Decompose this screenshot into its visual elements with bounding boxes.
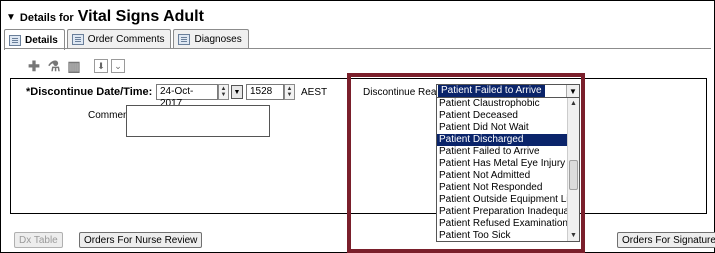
- tab-diagnoses[interactable]: Diagnoses: [173, 29, 249, 49]
- timezone-label: AEST: [301, 87, 328, 98]
- details-header: ▼ Details for Vital Signs Adult: [6, 4, 204, 26]
- dx-table-button[interactable]: Dx Table: [14, 232, 63, 248]
- diagnoses-icon: [178, 34, 191, 45]
- collapse-triangle-icon[interactable]: ▼: [6, 10, 16, 26]
- comments-textarea[interactable]: [126, 105, 270, 137]
- date-calendar-dropdown[interactable]: ▼: [231, 85, 243, 99]
- annotation-highlight-box: [347, 73, 585, 253]
- tab-diagnoses-label: Diagnoses: [194, 34, 242, 45]
- bar-chart-icon[interactable]: ▥: [66, 58, 82, 74]
- toolbar: ✚ ⚗ ▥ ⬇ ⌄: [26, 55, 128, 77]
- details-icon: [9, 34, 21, 46]
- tab-strip: Details Order Comments Diagnoses: [4, 29, 251, 50]
- move-down-icon[interactable]: ⬇: [94, 59, 108, 73]
- date-spinner[interactable]: ▲ ▼: [218, 84, 229, 100]
- tab-details-label: Details: [25, 34, 58, 46]
- title-prefix: Details for: [19, 12, 74, 24]
- tab-divider: [4, 48, 711, 49]
- discontinue-date-field[interactable]: 24-Oct-2017: [156, 84, 218, 109]
- expand-icon[interactable]: ⌄: [111, 59, 125, 73]
- medication-icon[interactable]: ⚗: [46, 58, 62, 74]
- tab-details[interactable]: Details: [4, 29, 65, 50]
- orders-for-nurse-review-button[interactable]: Orders For Nurse Review: [79, 232, 203, 248]
- tab-order-comments-label: Order Comments: [87, 34, 165, 45]
- order-title: Vital Signs Adult: [77, 8, 204, 25]
- tab-order-comments[interactable]: Order Comments: [66, 29, 172, 49]
- discontinue-datetime-label: *Discontinue Date/Time:: [26, 86, 153, 98]
- orders-for-signature-button[interactable]: Orders For Signature: [617, 232, 715, 248]
- add-plus-icon[interactable]: ✚: [26, 58, 42, 74]
- discontinue-time-field[interactable]: 1528: [246, 84, 284, 100]
- time-spinner[interactable]: ▲ ▼: [284, 84, 295, 100]
- comments-icon: [71, 34, 84, 45]
